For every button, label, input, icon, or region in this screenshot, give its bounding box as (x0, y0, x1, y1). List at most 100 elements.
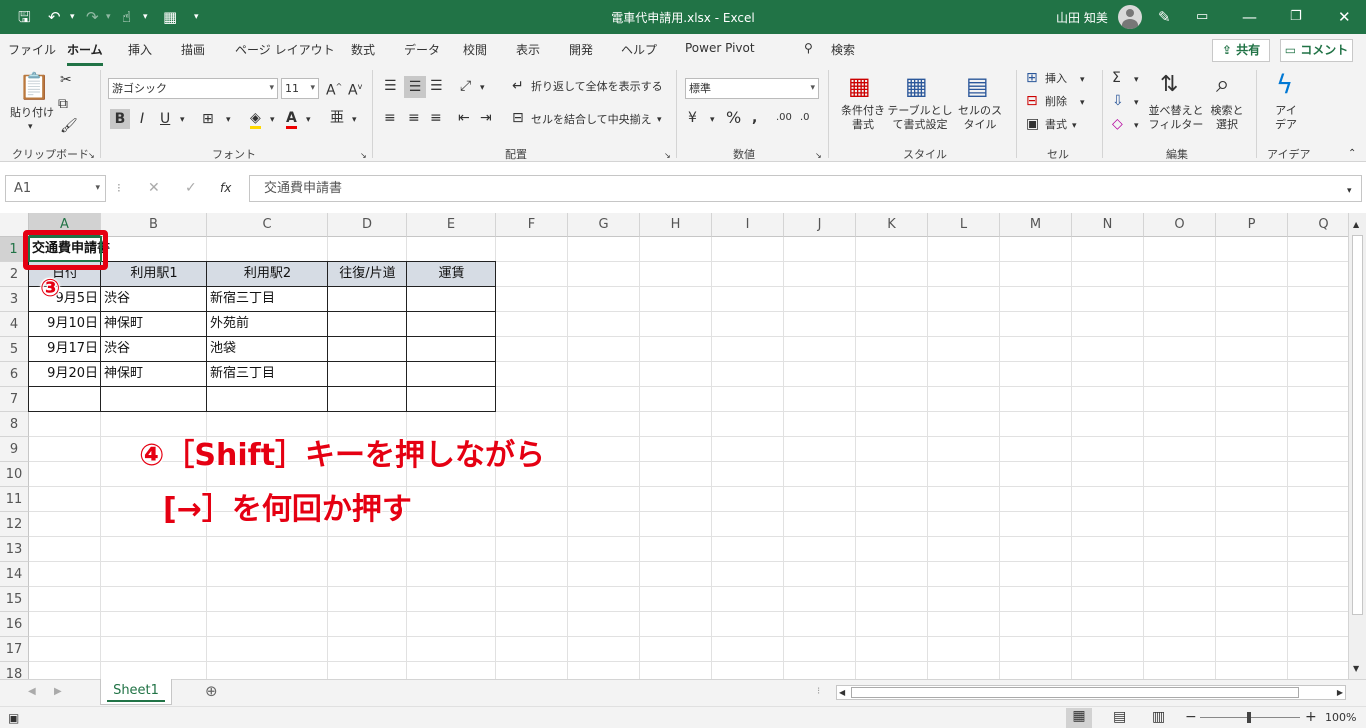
table-cell[interactable] (406, 286, 496, 312)
merge-dropdown-icon[interactable]: ▾ (657, 112, 662, 128)
name-box-dropdown-icon[interactable]: ▾ (95, 176, 100, 201)
next-sheet-icon[interactable]: ▶ (54, 684, 62, 700)
scroll-thumb[interactable] (1352, 235, 1363, 615)
merge-center-button[interactable]: セルを結合して中央揃え (531, 113, 652, 127)
split-handle-icon[interactable]: ⁝ (817, 684, 820, 700)
underline-dropdown-icon[interactable]: ▾ (180, 112, 185, 128)
scroll-left-icon[interactable]: ◀ (839, 686, 845, 699)
row-header-12[interactable]: 12 (0, 512, 29, 537)
paste-button[interactable]: 貼り付け (10, 106, 54, 120)
avatar[interactable] (1118, 5, 1142, 29)
row-header-8[interactable]: 8 (0, 412, 29, 437)
delete-dropdown-icon[interactable]: ▾ (1080, 95, 1085, 111)
font-color-icon[interactable]: A (286, 110, 297, 129)
sort-filter-icon[interactable]: ⇅ (1160, 72, 1178, 98)
border-dropdown-icon[interactable]: ▾ (226, 112, 231, 128)
column-header-h[interactable]: H (640, 213, 712, 237)
delete-cells-button[interactable]: 削除 (1045, 95, 1067, 109)
name-box[interactable]: A1 ▾ (5, 175, 106, 202)
table-cell-value[interactable]: 9月20日 (29, 362, 101, 386)
table-cell[interactable] (327, 361, 407, 387)
border-icon[interactable]: ⊞ (202, 111, 214, 127)
insert-cells-button[interactable]: 挿入 (1045, 72, 1067, 86)
align-bottom-icon[interactable]: ☰ (430, 78, 443, 94)
close-icon[interactable]: ✕ (1338, 6, 1351, 28)
sort-filter-button[interactable]: 並べ替えとフィルター (1146, 104, 1206, 132)
wrap-text-button[interactable]: 折り返して全体を表示する (531, 80, 663, 94)
format-cells-button[interactable]: 書式 (1045, 118, 1067, 132)
alignment-launcher-icon[interactable]: ↘ (664, 148, 671, 164)
tab-power-pivot[interactable]: Power Pivot (685, 41, 755, 55)
merge-icon[interactable]: ⊟ (512, 110, 524, 126)
ideas-icon[interactable]: ϟ (1276, 70, 1293, 100)
hscroll-thumb[interactable] (851, 687, 1299, 698)
fill-dropdown-icon[interactable]: ▾ (1134, 95, 1139, 111)
column-header-k[interactable]: K (856, 213, 928, 237)
decrease-indent-icon[interactable]: ⇤ (458, 110, 470, 126)
table-cell[interactable] (406, 311, 496, 337)
column-header-m[interactable]: M (1000, 213, 1072, 237)
tab-search[interactable]: 検索 (831, 41, 855, 58)
row-header-4[interactable]: 4 (0, 312, 29, 337)
tab-file[interactable]: ファイル (8, 41, 56, 58)
number-format-select[interactable]: 標準 ▾ (685, 78, 819, 99)
paste-dropdown-icon[interactable]: ▾ (28, 120, 33, 134)
paste-icon[interactable]: 📋 (18, 72, 50, 102)
format-cells-icon[interactable]: ▣ (1026, 116, 1039, 132)
tab-view[interactable]: 表示 (516, 41, 540, 58)
delete-cells-icon[interactable]: ⊟ (1026, 93, 1038, 109)
zoom-in-icon[interactable]: + (1305, 709, 1317, 725)
font-shrink-icon[interactable]: Av (348, 79, 362, 99)
column-header-f[interactable]: F (496, 213, 568, 237)
tab-help[interactable]: ヘルプ (621, 41, 657, 58)
fill-color-icon[interactable]: ◈ (250, 110, 261, 129)
clear-dropdown-icon[interactable]: ▾ (1134, 118, 1139, 134)
italic-icon[interactable]: I (140, 111, 144, 127)
ideas-button[interactable]: アイデア (1272, 104, 1300, 132)
table-cell[interactable] (327, 286, 407, 312)
font-name-select[interactable]: 游ゴシック ▾ (108, 78, 278, 99)
number-launcher-icon[interactable]: ↘ (815, 148, 822, 164)
decrease-decimal-icon[interactable]: .0 (800, 110, 810, 126)
row-header-3[interactable]: 3 (0, 287, 29, 312)
fill-icon[interactable]: ⇩ (1112, 93, 1124, 109)
row-header-15[interactable]: 15 (0, 587, 29, 612)
insert-cells-icon[interactable]: ⊞ (1026, 70, 1038, 86)
currency-dropdown-icon[interactable]: ▾ (710, 112, 715, 128)
minimize-icon[interactable]: — (1242, 6, 1257, 28)
tab-page-layout[interactable]: ページ レイアウト (235, 41, 335, 58)
cell-styles-button[interactable]: セルのスタイル (954, 104, 1006, 132)
conditional-format-button[interactable]: 条件付き書式 (838, 104, 888, 132)
table-cell-value[interactable]: 渋谷 (101, 287, 207, 311)
table-cell[interactable] (28, 386, 101, 412)
enter-icon[interactable]: ✓ (185, 180, 197, 196)
table-cell-value[interactable]: 9月10日 (29, 312, 101, 336)
column-header-p[interactable]: P (1216, 213, 1288, 237)
phonetic-dropdown-icon[interactable]: ▾ (352, 112, 357, 128)
increase-indent-icon[interactable]: ⇥ (480, 110, 492, 126)
tab-data[interactable]: データ (404, 41, 440, 58)
wrap-text-icon[interactable]: ↵ (512, 78, 524, 94)
tab-insert[interactable]: 挿入 (128, 41, 152, 58)
tab-home[interactable]: ホーム (67, 41, 103, 66)
table-cell-value[interactable]: 新宿三丁目 (207, 362, 328, 386)
normal-view-icon[interactable]: ▦ (1066, 708, 1092, 728)
scroll-up-icon[interactable]: ▲ (1353, 217, 1359, 233)
autosum-icon[interactable]: Σ (1112, 70, 1121, 86)
autosum-dropdown-icon[interactable]: ▾ (1134, 72, 1139, 88)
row-header-16[interactable]: 16 (0, 612, 29, 637)
table-cell[interactable] (100, 386, 207, 412)
conditional-format-icon[interactable]: ▦ (848, 72, 871, 100)
tab-draw[interactable]: 描画 (181, 41, 205, 58)
tab-formulas[interactable]: 数式 (351, 41, 375, 58)
align-top-icon[interactable]: ☰ (384, 78, 397, 94)
table-header[interactable]: 利用駅2 (207, 262, 328, 286)
column-header-q[interactable]: Q (1288, 213, 1348, 237)
zoom-out-icon[interactable]: − (1185, 709, 1197, 725)
fill-dropdown-icon[interactable]: ▾ (270, 112, 275, 128)
vertical-scrollbar[interactable]: ▲ ▼ (1348, 213, 1366, 679)
zoom-slider-thumb[interactable] (1247, 712, 1251, 723)
table-header[interactable]: 利用駅1 (101, 262, 207, 286)
row-header-18[interactable]: 18 (0, 662, 29, 679)
table-cell[interactable] (327, 336, 407, 362)
